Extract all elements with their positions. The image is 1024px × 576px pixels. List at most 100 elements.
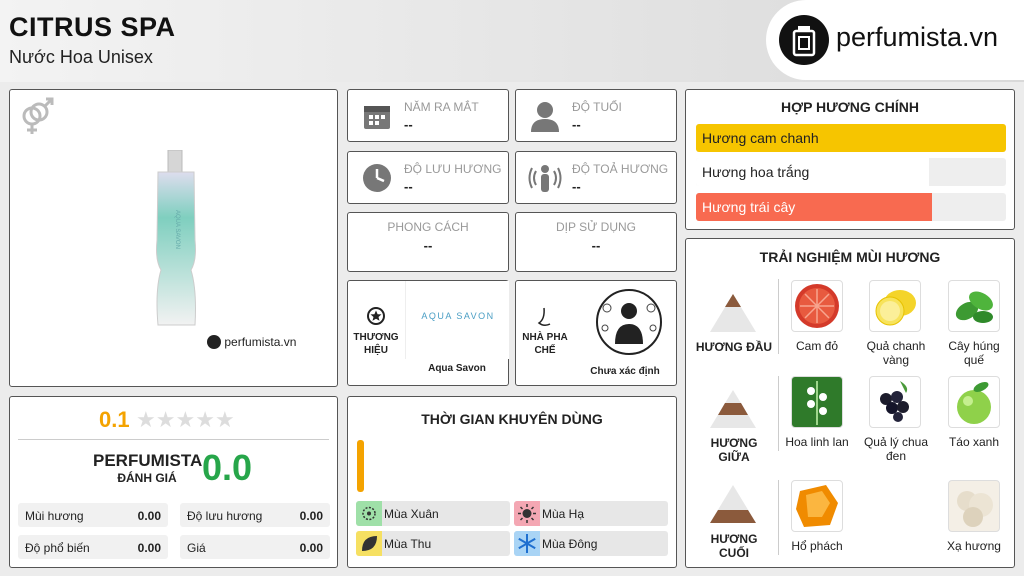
style-label: PHONG CÁCH [387, 220, 469, 234]
logo-text: perfumista.vn [836, 22, 999, 52]
sillage-value: -- [572, 179, 581, 194]
rating-caption: ĐÁNH GIÁ [117, 471, 177, 485]
divider [778, 480, 779, 555]
perfumer-image [595, 288, 663, 361]
longevity-label: ĐỘ LƯU HƯƠNG [404, 162, 502, 176]
green-apple-icon [948, 376, 1000, 428]
accord-bar: Hương cam chanh [696, 124, 1006, 152]
blood-orange-icon [791, 280, 843, 332]
age-card: ĐỘ TUỔI -- [515, 89, 677, 142]
brand-logo-text: AQUA SAVON [421, 311, 495, 321]
divider [18, 439, 329, 440]
product-image-panel: AQUA SAVON perfumista.vn [9, 89, 338, 387]
star-icon[interactable]: ★ [136, 407, 156, 432]
occasion-value: -- [591, 238, 601, 253]
season-winter: Mùa Đông [514, 531, 668, 556]
watermark-icon [207, 334, 221, 349]
rating-row-value: 0.00 [137, 509, 161, 523]
divider [778, 376, 779, 451]
occasion-label: DỊP SỬ DỤNG [555, 220, 637, 234]
accords-title: HỢP HƯƠNG CHÍNH [781, 99, 919, 115]
perfumista-score: 0.0 [202, 447, 253, 488]
perfumer-name: Chưa xác định [590, 366, 660, 377]
perfume-bottle-image: AQUA SAVON [155, 149, 197, 335]
musk-icon [948, 480, 1000, 532]
star-icon[interactable]: ★ [175, 407, 195, 432]
sillage-card: ĐỘ TOẢ HƯƠNG -- [515, 151, 677, 204]
rating-row-label: Giá [187, 541, 206, 555]
rating-row-value: 0.00 [137, 541, 161, 555]
note-label: Quả chanh vàng [866, 339, 926, 367]
scent-experience-panel: TRẢI NGHIỆM MÙI HƯƠNG HƯƠNG ĐẦU HƯƠNG GI… [685, 238, 1015, 568]
watermark-text: perfumista.vn [224, 334, 297, 349]
perfumer-card[interactable]: NHÀ PHA CHẾ Chưa xác định [515, 280, 677, 386]
rating-row-value: 0.00 [299, 541, 323, 555]
note-label: Xạ hương [947, 539, 1001, 553]
person-icon [530, 100, 560, 137]
snowflake-icon [514, 531, 540, 556]
clock-icon [362, 163, 392, 198]
top-notes-label: HƯƠNG ĐẦU [695, 340, 773, 354]
basil-icon [948, 280, 1000, 332]
sillage-label: ĐỘ TOẢ HƯƠNG [572, 162, 669, 176]
age-label: ĐỘ TUỔI [572, 100, 622, 114]
note-label: Cam đỏ [795, 339, 839, 353]
longevity-value: -- [404, 179, 413, 194]
watermark: perfumista.vn [207, 334, 296, 349]
user-score: 0.1 [99, 407, 130, 432]
rating-row: Độ lưu hương 0.00 [180, 503, 330, 527]
brand-label: THƯƠNG HIỆU [353, 332, 399, 356]
recommended-time-panel: THỜI GIAN KHUYÊN DÙNG Mùa Xuân Mùa Hạ Mù… [347, 396, 677, 568]
sillage-person-icon [528, 161, 562, 200]
pyramid-base-icon [710, 485, 756, 530]
season-autumn: Mùa Thu [356, 531, 510, 556]
release-value: -- [404, 117, 413, 132]
middle-notes-label: HƯƠNG GIỮA [710, 436, 758, 464]
rating-row-label: Mùi hương [25, 509, 84, 523]
note-label: Quả lý chua đen [863, 435, 929, 463]
note-label: Táo xanh [948, 435, 1000, 449]
age-value: -- [572, 117, 581, 132]
rating-row-value: 0.00 [299, 509, 323, 523]
brand-name: Aqua Savon [428, 363, 486, 374]
star-icon[interactable]: ★ [215, 407, 235, 432]
notes-title: TRẢI NGHIỆM MÙI HƯƠNG [759, 249, 941, 265]
flower-icon [356, 501, 382, 526]
star-icon[interactable]: ★ [156, 407, 176, 432]
style-card: PHONG CÁCH -- [347, 212, 509, 272]
rating-panel: 0.1 ★★★★★ PERFUMISTA ĐÁNH GIÁ 0.0 Mùi hư… [9, 396, 338, 568]
brand-card[interactable]: THƯƠNG HIỆU AQUA SAVON Aqua Savon [347, 280, 509, 386]
rating-row-label: Độ lưu hương [187, 509, 263, 523]
occasion-card: DỊP SỬ DỤNG -- [515, 212, 677, 272]
rating-row: Giá 0.00 [180, 535, 330, 559]
season-label: Mùa Xuân [384, 507, 439, 521]
rating-row-label: Độ phổ biến [25, 541, 90, 555]
rating-row: Mùi hương 0.00 [18, 503, 168, 527]
perfume-bottle-logo-icon [779, 15, 829, 65]
lily-of-the-valley-icon [791, 376, 843, 428]
base-notes-label: HƯƠNG CUỐI [710, 532, 758, 560]
rating-brand: PERFUMISTA [93, 451, 203, 470]
style-value: -- [423, 238, 433, 253]
season-label: Mùa Hạ [542, 507, 585, 521]
accord-bar: Hương hoa trắng [696, 158, 1006, 186]
bottle-text: AQUA SAVON [174, 210, 180, 249]
divider [778, 279, 779, 354]
star-icon[interactable]: ★ [195, 407, 215, 432]
accord-bar: Hương trái cây [696, 193, 1006, 221]
sun-icon [514, 501, 540, 526]
time-indicator-bar [357, 440, 364, 492]
release-year-card: NĂM RA MẮT -- [347, 89, 509, 142]
brand-logo: AQUA SAVON [405, 281, 509, 359]
note-label: Cây húng quế [948, 339, 1000, 367]
leaf-icon [356, 531, 382, 556]
season-label: Mùa Đông [542, 537, 598, 551]
accord-label: Hương hoa trắng [702, 164, 810, 180]
longevity-card: ĐỘ LƯU HƯƠNG -- [347, 151, 509, 204]
site-logo[interactable]: perfumista.vn [766, 0, 1024, 80]
perfume-subtitle: Nước Hoa Unisex [9, 47, 153, 67]
calendar-icon [362, 101, 392, 136]
amber-icon [791, 480, 843, 532]
star-rating[interactable]: ★★★★★ [136, 407, 235, 433]
header: CITRUS SPA Nước Hoa Unisex perfumista.vn [0, 0, 1024, 82]
